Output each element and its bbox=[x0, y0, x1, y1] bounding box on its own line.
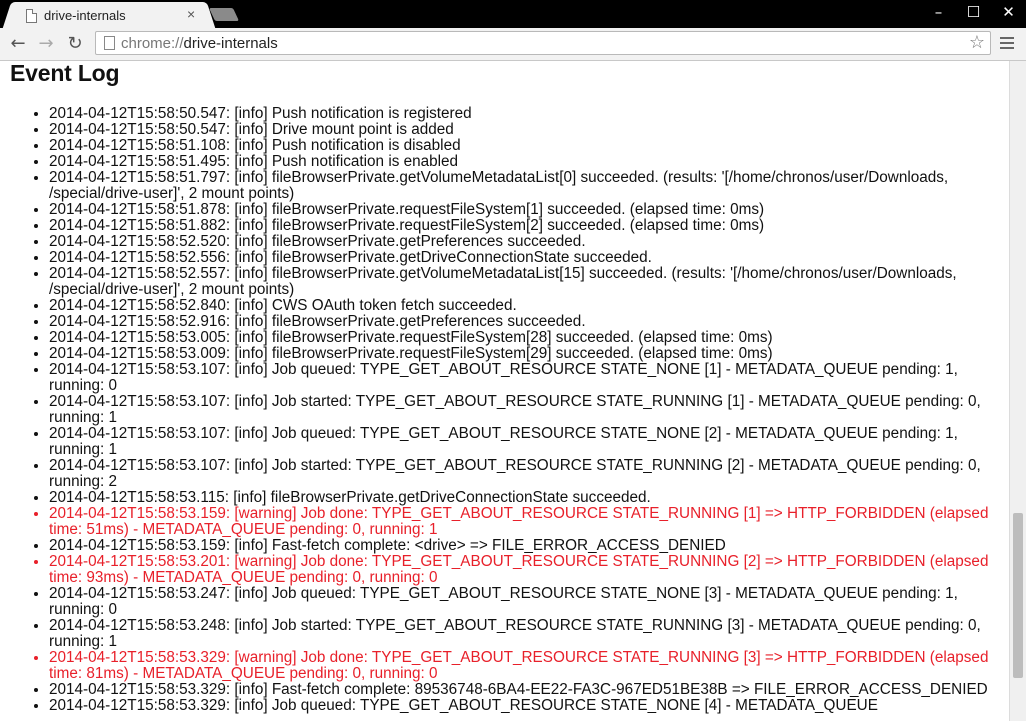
browser-window: drive-internals × – ☐ ✕ ← → ↻ chrome://d… bbox=[0, 0, 1026, 721]
bookmark-star-icon[interactable]: ☆ bbox=[969, 32, 985, 53]
tab-title: drive-internals bbox=[44, 8, 126, 23]
log-entry: 2014-04-12T15:58:53.107: [info] Job queu… bbox=[49, 362, 1000, 394]
log-entry: 2014-04-12T15:58:53.159: [warning] Job d… bbox=[49, 506, 1000, 538]
log-entry: 2014-04-12T15:58:53.159: [info] Fast-fet… bbox=[49, 538, 1000, 554]
reload-button[interactable]: ↻ bbox=[63, 32, 87, 56]
new-tab-button[interactable] bbox=[208, 8, 240, 21]
section-title: Event Log bbox=[10, 61, 120, 86]
log-entry: 2014-04-12T15:58:51.882: [info] fileBrow… bbox=[49, 218, 1000, 234]
log-entry: 2014-04-12T15:58:53.247: [info] Job queu… bbox=[49, 586, 1000, 618]
url-host: drive-internals bbox=[183, 35, 278, 52]
close-window-button[interactable]: ✕ bbox=[991, 0, 1026, 24]
log-entry: 2014-04-12T15:58:52.840: [info] CWS OAut… bbox=[49, 298, 1000, 314]
log-entry: 2014-04-12T15:58:53.107: [info] Job star… bbox=[49, 394, 1000, 426]
page-icon bbox=[104, 36, 115, 50]
log-entry: 2014-04-12T15:58:53.107: [info] Job queu… bbox=[49, 426, 1000, 458]
chrome-menu-button[interactable] bbox=[1000, 37, 1014, 52]
log-entry: 2014-04-12T15:58:53.115: [info] fileBrow… bbox=[49, 490, 1000, 506]
browser-toolbar: ← → ↻ chrome://drive-internals ☆ bbox=[0, 28, 1026, 61]
log-entry: 2014-04-12T15:58:53.329: [info] Job queu… bbox=[49, 698, 1000, 714]
log-entry: 2014-04-12T15:58:53.005: [info] fileBrow… bbox=[49, 330, 1000, 346]
log-entry: 2014-04-12T15:58:50.547: [info] Push not… bbox=[49, 106, 1000, 122]
tab-drive-internals[interactable]: drive-internals × bbox=[13, 2, 205, 28]
window-controls: – ☐ ✕ bbox=[921, 0, 1026, 26]
log-entry: 2014-04-12T15:58:52.556: [info] fileBrow… bbox=[49, 250, 1000, 266]
log-entry: 2014-04-12T15:58:53.248: [info] Job star… bbox=[49, 618, 1000, 650]
log-entry: 2014-04-12T15:58:51.108: [info] Push not… bbox=[49, 138, 1000, 154]
log-entry: 2014-04-12T15:58:52.557: [info] fileBrow… bbox=[49, 266, 1000, 298]
url-scheme: chrome:// bbox=[121, 35, 184, 52]
log-entry: 2014-04-12T15:58:53.107: [info] Job star… bbox=[49, 458, 1000, 490]
minimize-button[interactable]: – bbox=[921, 0, 956, 24]
log-entry: 2014-04-12T15:58:53.201: [warning] Job d… bbox=[49, 554, 1000, 586]
page-icon bbox=[26, 9, 37, 23]
event-log-list: 2014-04-12T15:58:50.547: [info] Push not… bbox=[0, 106, 1000, 714]
maximize-button[interactable]: ☐ bbox=[956, 0, 991, 24]
tab-close-icon[interactable]: × bbox=[187, 6, 195, 22]
log-entry: 2014-04-12T15:58:53.329: [warning] Job d… bbox=[49, 650, 1000, 682]
url-text: chrome://drive-internals bbox=[121, 35, 278, 52]
log-entry: 2014-04-12T15:58:53.009: [info] fileBrow… bbox=[49, 346, 1000, 362]
page-content: Event Log 2014-04-12T15:58:50.547: [info… bbox=[0, 61, 1009, 721]
log-entry: 2014-04-12T15:58:51.797: [info] fileBrow… bbox=[49, 170, 1000, 202]
back-button[interactable]: ← bbox=[6, 32, 30, 56]
forward-button[interactable]: → bbox=[34, 32, 58, 56]
tab-strip: drive-internals × – ☐ ✕ bbox=[0, 0, 1026, 28]
address-bar[interactable]: chrome://drive-internals ☆ bbox=[95, 31, 991, 55]
log-entry: 2014-04-12T15:58:53.329: [info] Fast-fet… bbox=[49, 682, 1000, 698]
log-entry: 2014-04-12T15:58:51.878: [info] fileBrow… bbox=[49, 202, 1000, 218]
log-entry: 2014-04-12T15:58:50.547: [info] Drive mo… bbox=[49, 122, 1000, 138]
vertical-scrollbar[interactable] bbox=[1009, 61, 1026, 721]
log-entry: 2014-04-12T15:58:52.520: [info] fileBrow… bbox=[49, 234, 1000, 250]
log-entry: 2014-04-12T15:58:52.916: [info] fileBrow… bbox=[49, 314, 1000, 330]
log-entry: 2014-04-12T15:58:51.495: [info] Push not… bbox=[49, 154, 1000, 170]
scrollbar-thumb[interactable] bbox=[1013, 513, 1023, 678]
